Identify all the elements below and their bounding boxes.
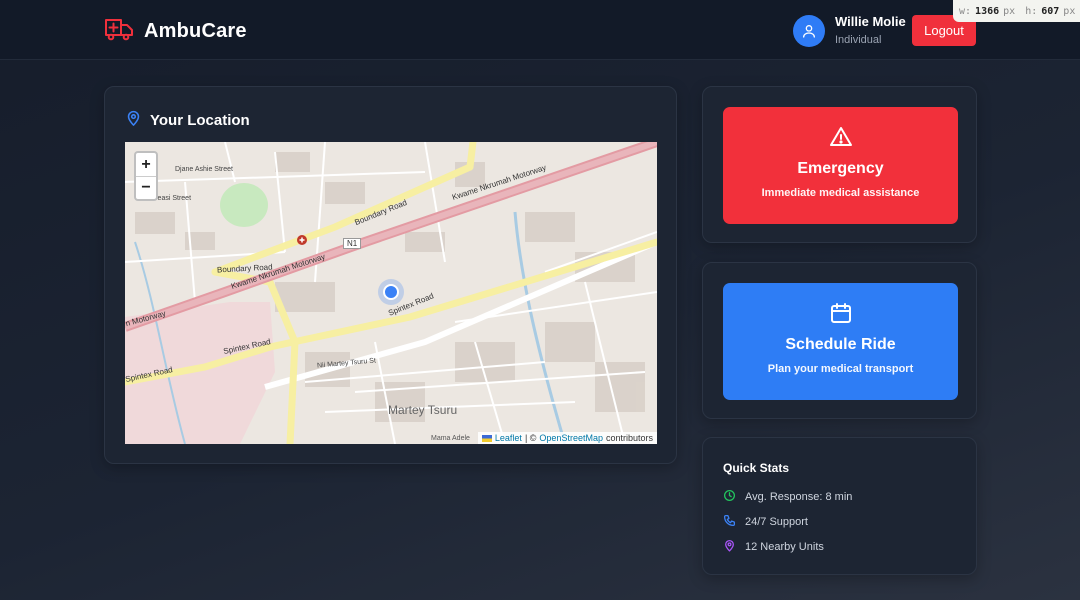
map-label-djane: Djane Ashie Street [175,166,233,173]
user-icon [793,15,825,47]
emergency-card: Emergency Immediate medical assistance [702,86,977,243]
brand[interactable]: AmbuCare [104,16,247,47]
quick-stats-title: Quick Stats [723,461,790,475]
stat-nearby-units: 12 Nearby Units [723,539,824,555]
user-profile[interactable]: Willie Molie Individual [793,14,906,48]
ambulance-icon [104,16,134,47]
emergency-title: Emergency [797,160,884,177]
map-pin-icon [723,539,736,555]
location-map[interactable]: Kwame Nkrumah Motorway Kwame Nkrumah Mot… [125,142,657,444]
map-tiles [125,142,657,444]
stat-support: 24/7 Support [723,514,808,530]
map-attribution: Leaflet | © OpenStreetMap contributors [477,432,657,444]
leaflet-link[interactable]: Leaflet [495,433,522,443]
map-label-area: Martey Tsuru [388,403,458,417]
user-role: Individual [835,34,882,46]
top-navbar: AmbuCare Willie Molie Individual Logout [0,0,1080,60]
schedule-card: Schedule Ride Plan your medical transpor… [702,262,977,419]
map-label-mama-adele: Mama Adele [431,435,470,442]
stat-avg-response: Avg. Response: 8 min [723,489,852,505]
emergency-subtitle: Immediate medical assistance [761,187,920,199]
schedule-ride-button[interactable]: Schedule Ride Plan your medical transpor… [723,283,958,400]
zoom-in-button[interactable]: + [136,153,156,176]
map-label-n1: N1 [343,238,362,249]
alert-triangle-icon [829,125,853,151]
map-pin-icon [125,109,142,131]
openstreetmap-link[interactable]: OpenStreetMap [539,433,603,443]
dimensions-badge: w: 1366 px h: 607 px P [953,0,1080,22]
emergency-button[interactable]: Emergency Immediate medical assistance [723,107,958,224]
clock-icon [723,489,736,505]
zoom-out-button[interactable]: − [136,176,156,199]
location-heading: Your Location [125,109,250,131]
phone-icon [723,514,736,530]
calendar-icon [829,301,853,327]
schedule-subtitle: Plan your medical transport [767,363,914,375]
location-card: Your Location Kwame Nkrumah Motorway Kwa… [104,86,677,464]
ukraine-flag-icon [481,434,492,442]
user-name: Willie Molie [835,14,906,29]
schedule-title: Schedule Ride [785,336,896,353]
brand-name: AmbuCare [144,20,247,42]
quick-stats-card: Quick Stats Avg. Response: 8 min 24/7 Su… [702,437,977,575]
map-zoom-control: + − [134,151,158,201]
